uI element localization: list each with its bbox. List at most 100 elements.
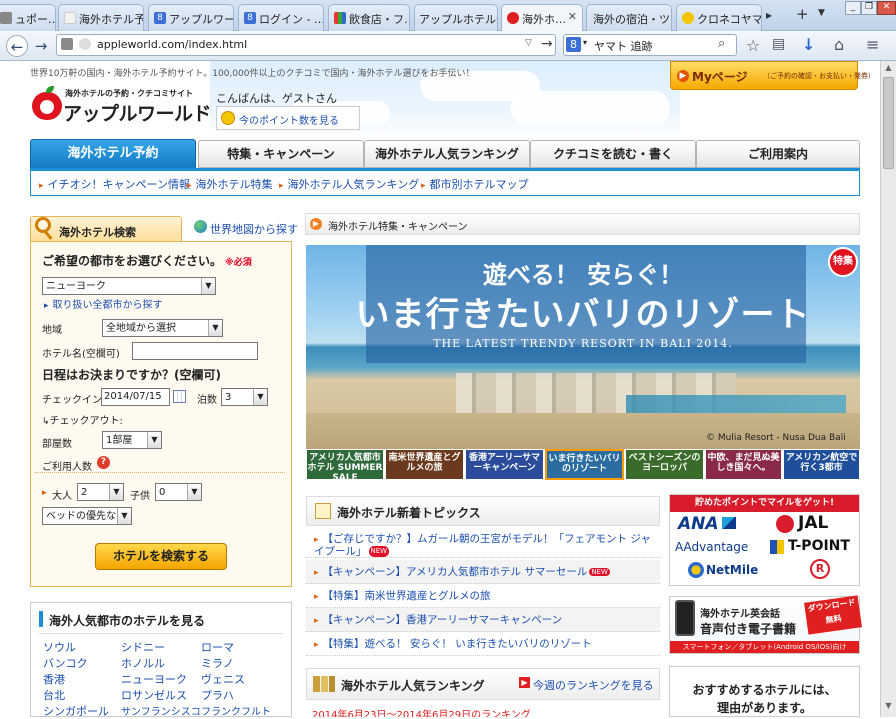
url-text[interactable]: appleworld.com/index.html <box>97 38 247 51</box>
city-link[interactable]: ヴェニス <box>201 671 245 687</box>
browser-tab[interactable]: 飲食店・フ… <box>328 4 410 31</box>
browser-tab[interactable]: アップルホテル予… <box>414 4 498 31</box>
all-cities-link[interactable]: ▸ 取り扱い全都市から探す <box>44 296 163 311</box>
chevron-down-icon: ▼ <box>117 508 131 524</box>
tab-scroll-icon[interactable]: ▸ <box>766 8 772 22</box>
feature-thumb[interactable]: 中欧、まだ見ぬ美しき国々へ。 <box>705 449 782 480</box>
city-link[interactable]: ホノルル <box>121 655 165 671</box>
home-icon[interactable]: ⌂ <box>834 35 844 54</box>
search-engine-icon[interactable]: 8 <box>566 37 581 52</box>
city-link[interactable]: ローマ <box>201 639 234 655</box>
scroll-up-icon[interactable]: ▲ <box>883 63 894 75</box>
sub-nav-item[interactable]: ▸ イチオシ！キャンペーン情報 <box>39 176 190 192</box>
topic-item[interactable]: ▸ 【キャンペーン】香港アーリーサマーキャンペーン <box>306 608 660 632</box>
nights-select[interactable]: 3 ▼ <box>221 388 268 406</box>
search-icon[interactable]: ⌕ <box>718 36 725 51</box>
back-button[interactable]: ← <box>6 35 28 57</box>
browser-tab[interactable]: クロネコヤマ… <box>676 4 762 31</box>
search-hotel-button[interactable]: ホテルを検索する <box>95 543 227 570</box>
jal-crane-icon <box>776 515 794 533</box>
browser-search-box[interactable]: 8 ▾ ヤマト 追跡 ⌕ <box>563 34 737 56</box>
go-arrow-icon[interactable]: → <box>541 36 553 52</box>
points-link[interactable]: 今のポイント数を見る <box>239 112 339 127</box>
ebook-ad[interactable]: 海外ホテル英会話 音声付き電子書籍 ダウンロード無料 スマートフォン／タブレット… <box>669 595 862 654</box>
url-bar[interactable]: appleworld.com/index.html ▽ → <box>56 34 556 56</box>
feature-thumb[interactable]: 南米世界遺産とグルメの旅 <box>385 449 464 480</box>
city-link[interactable]: サンフランシスコ <box>121 703 201 718</box>
city-link[interactable]: ソウル <box>43 639 76 655</box>
ranking-link[interactable]: 今週のランキングを見る <box>533 677 654 693</box>
rooms-select[interactable]: 1部屋 ▼ <box>102 431 162 449</box>
url-dropdown-icon[interactable]: ▽ <box>525 38 532 48</box>
smartphone-icon <box>675 600 695 636</box>
children-select[interactable]: 0 ▼ <box>155 483 202 501</box>
mypage-button[interactable]: ▶ Myページ （ご予約の確認・お支払い・発券） <box>670 61 875 90</box>
browser-tab[interactable]: 8 ログイン - … <box>238 4 324 31</box>
city-link[interactable]: 台北 <box>43 687 65 703</box>
points-box[interactable]: 今のポイント数を見る <box>216 106 360 130</box>
tab-list-icon[interactable]: ▼ <box>818 8 825 18</box>
mile-ad[interactable]: 貯めたポイントでマイルをゲット! ANA JAL AAdvantage T-PO… <box>669 494 860 586</box>
logo-text[interactable]: アップルワールド <box>63 99 212 126</box>
topic-item[interactable]: ▸ 【ご存じですか？】ムガール朝の王宮がモデル！「フェアモント ジャイプール」 NE… <box>306 530 660 558</box>
site-identity-icon[interactable] <box>61 38 73 50</box>
city-link[interactable]: シドニー <box>121 639 165 655</box>
new-tab-icon[interactable]: + <box>796 5 809 23</box>
sub-nav-item[interactable]: ▸ 海外ホテル特集 <box>187 176 273 192</box>
help-icon[interactable]: ? <box>97 456 110 469</box>
feature-thumb[interactable]: ベストシーズンのヨーロッパ <box>625 449 704 480</box>
bookmark-star-icon[interactable]: ☆ <box>746 36 760 55</box>
topic-item[interactable]: ▸ 【特集】南米世界遺産とグルメの旅 <box>306 584 660 608</box>
search-text[interactable]: ヤマト 追跡 <box>594 38 653 54</box>
sub-nav-item[interactable]: ▸ 都市別ホテルマップ <box>421 176 529 192</box>
scrollbar-thumb[interactable] <box>883 77 894 169</box>
browser-tab[interactable]: 海外の宿泊・ツ… <box>586 4 672 31</box>
browser-tab[interactable]: 8アップルワー… <box>148 4 234 31</box>
bed-select[interactable]: ベッドの優先なし ▼ <box>42 507 132 525</box>
city-link[interactable]: プラハ <box>201 687 234 703</box>
recommend-ad[interactable]: おすすめするホテルには、 理由があります。 <box>669 666 860 717</box>
browser-tab-active[interactable]: 海外ホ… ✕ <box>501 4 583 32</box>
area-select[interactable]: 全地域から選択 ▼ <box>102 319 223 337</box>
tab-guide[interactable]: ご利用案内 <box>696 140 860 168</box>
hotel-name-input[interactable] <box>132 342 258 360</box>
return-arrow-icon: ↳ <box>42 417 50 427</box>
feature-thumb[interactable]: 香港アーリーサマーキャンペーン <box>465 449 544 480</box>
checkin-input[interactable]: 2014/07/15 <box>101 388 170 406</box>
topic-item[interactable]: ▸ 【特集】遊べる！ 安らぐ！ いま行きたいバリのリゾート <box>306 632 660 656</box>
topic-item[interactable]: ▸ 【キャンペーン】アメリカ人気都市ホテル サマーセール NEW <box>306 560 660 584</box>
minimize-button[interactable]: _ <box>845 1 861 15</box>
tab-hotel-booking[interactable]: 海外ホテル予約 <box>30 139 196 169</box>
tab-features[interactable]: 特集・キャンペーン <box>198 140 364 168</box>
forward-button[interactable]: → <box>30 35 52 57</box>
city-select[interactable]: ニューヨーク ▼ <box>42 277 216 295</box>
tab-ranking[interactable]: 海外ホテル人気ランキング <box>364 140 530 168</box>
menu-icon[interactable]: ≡ <box>866 35 879 54</box>
city-link[interactable]: 香港 <box>43 671 65 687</box>
adults-select[interactable]: 2 ▼ <box>77 483 124 501</box>
bookmarks-list-icon[interactable]: ▤ <box>772 36 785 52</box>
feature-thumb[interactable]: アメリカン航空で行く3都市 <box>783 449 860 480</box>
city-link[interactable]: バンコク <box>43 655 88 671</box>
city-link[interactable]: フランクフルト <box>201 703 271 718</box>
world-map-link[interactable]: 世界地図から探す <box>210 221 298 237</box>
sub-nav-item[interactable]: ▸ 海外ホテル人気ランキング <box>279 176 419 192</box>
restore-button[interactable]: ❐ <box>861 1 877 15</box>
page-scrollbar[interactable]: ▲ ▼ <box>880 61 896 717</box>
close-window-button[interactable]: ✕ <box>877 1 896 15</box>
tab-reviews[interactable]: クチコミを読む・書く <box>530 140 696 168</box>
feature-thumb-active[interactable]: いま行きたいバリのリゾート <box>545 449 624 480</box>
feature-banner[interactable]: 遊べる！ 安らぐ！ いま行きたいバリのリゾート THE LATEST TREND… <box>306 245 860 449</box>
browser-tab[interactable]: ュポー… <box>0 4 56 31</box>
scroll-down-icon[interactable]: ▼ <box>883 701 894 713</box>
city-link[interactable]: ニューヨーク <box>121 671 187 687</box>
city-link[interactable]: ミラノ <box>201 655 234 671</box>
close-tab-icon[interactable]: ✕ <box>568 10 577 23</box>
city-link[interactable]: ロサンゼルス <box>121 687 187 703</box>
browser-tab[interactable]: 海外ホテル予… <box>58 4 144 31</box>
download-icon[interactable]: ↓ <box>802 35 815 54</box>
search-engine-dropdown-icon[interactable]: ▾ <box>583 38 587 47</box>
calendar-icon[interactable] <box>173 390 186 403</box>
apple-logo-icon[interactable] <box>30 86 64 120</box>
feature-thumb[interactable]: アメリカ人気都市ホテル SUMMER SALE <box>306 449 384 480</box>
